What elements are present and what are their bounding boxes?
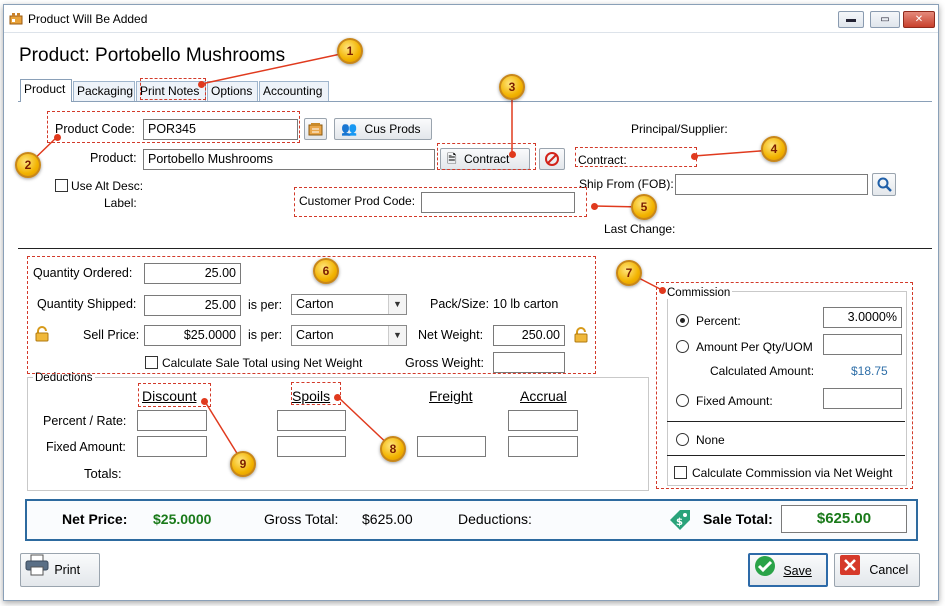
users-icon: 👥 [341, 121, 358, 136]
discount-rate-field[interactable] [137, 410, 207, 431]
search-icon [877, 177, 892, 195]
spoils-rate-field[interactable] [277, 410, 346, 431]
ship-from-search-button[interactable] [872, 173, 896, 196]
callout-dot [198, 81, 205, 88]
annotation-box-print-notes [140, 78, 206, 100]
section-divider [18, 248, 932, 249]
annotation-box-commission [656, 282, 913, 489]
annotation-box-customer-prod-code [294, 187, 587, 217]
deductions-total-label: Deductions: [458, 511, 532, 527]
callout-4: 4 [761, 136, 787, 162]
gross-total-value: $625.00 [362, 511, 413, 527]
annotation-box-discount [138, 383, 211, 407]
app-icon [9, 12, 23, 25]
spoils-amount-field[interactable] [277, 436, 346, 457]
close-icon: ✕ [914, 14, 924, 25]
clear-contract-button[interactable] [539, 148, 565, 170]
use-alt-desc-label: Use Alt Desc: [71, 179, 144, 193]
tab-accounting[interactable]: Accounting [259, 81, 329, 101]
cancel-button[interactable]: Cancel [834, 553, 920, 587]
lookup-icon [308, 123, 323, 139]
ship-from-label: Ship From (FOB): [579, 177, 674, 191]
callout-8: 8 [380, 436, 406, 462]
discount-amount-field[interactable] [137, 436, 207, 457]
freight-amount-field[interactable] [417, 436, 486, 457]
annotation-box-quantity [27, 256, 596, 374]
page-title: Product: Portobello Mushrooms [19, 45, 286, 66]
annotation-box-spoils [291, 382, 341, 405]
callout-dot [509, 151, 516, 158]
fixed-amount-label: Fixed Amount: [46, 440, 126, 454]
printer-icon [25, 554, 49, 588]
close-button[interactable]: ✕ [903, 11, 935, 28]
tab-panel-border [18, 101, 932, 102]
callout-dot [659, 287, 666, 294]
callout-dot [691, 153, 698, 160]
sale-total-value: $625.00 [781, 505, 907, 533]
callout-dot [201, 398, 208, 405]
print-button[interactable]: Print [20, 553, 100, 587]
callout-7: 7 [616, 260, 642, 286]
use-alt-desc-checkbox[interactable] [55, 179, 68, 192]
callout-1: 1 [337, 38, 363, 64]
title-bar: Product Will Be Added ▬ ▭ ✕ [4, 5, 938, 33]
annotation-box-contract [437, 143, 536, 170]
callout-9: 9 [230, 451, 256, 477]
svg-text:$: $ [676, 517, 683, 528]
save-button[interactable]: Save [748, 553, 828, 587]
label-label: Label: [104, 196, 137, 210]
ship-from-field[interactable] [675, 174, 868, 195]
minimize-icon: ▬ [846, 14, 856, 25]
tab-product[interactable]: Product [20, 79, 72, 102]
product-name-field[interactable]: Portobello Mushrooms [143, 149, 435, 170]
net-price-label: Net Price: [62, 511, 128, 527]
callout-3: 3 [499, 74, 525, 100]
tab-packaging[interactable]: Packaging [73, 81, 135, 101]
sale-total-label: Sale Total: [703, 511, 773, 527]
window-title: Product Will Be Added [28, 12, 148, 26]
product-label: Product: [90, 151, 137, 165]
price-tag-icon: $ [668, 508, 692, 535]
annotation-box-contract-label [575, 147, 697, 167]
accrual-amount-field[interactable] [508, 436, 578, 457]
totals-label: Totals: [84, 466, 122, 481]
product-lookup-button[interactable] [304, 118, 327, 140]
callout-2: 2 [15, 152, 41, 178]
net-price-value: $25.0000 [153, 511, 212, 527]
callout-dot [591, 203, 598, 210]
freight-column-header: Freight [429, 388, 473, 404]
accrual-column-header: Accrual [520, 388, 567, 404]
cus-prods-button[interactable]: 👥 Cus Prods [334, 118, 432, 140]
minimize-button[interactable]: ▬ [838, 11, 864, 28]
gross-total-label: Gross Total: [264, 511, 339, 527]
callout-5: 5 [631, 194, 657, 220]
principal-supplier-label: Principal/Supplier: [631, 122, 728, 136]
annotation-box-product-code [47, 111, 300, 143]
callout-dot [54, 134, 61, 141]
print-button-label: Print [54, 563, 81, 578]
callout-6: 6 [313, 258, 339, 284]
check-circle-icon [754, 555, 776, 588]
cancel-button-label: Cancel [869, 563, 909, 577]
accrual-rate-field[interactable] [508, 410, 578, 431]
callout-dot [334, 394, 341, 401]
tab-options[interactable]: Options [207, 81, 258, 101]
save-button-label: Save [783, 563, 812, 578]
no-entry-icon [545, 152, 559, 169]
last-change-label: Last Change: [604, 222, 676, 236]
maximize-icon: ▭ [880, 14, 890, 25]
cus-prods-label: Cus Prods [364, 122, 421, 136]
maximize-button[interactable]: ▭ [870, 11, 900, 28]
cancel-x-icon [840, 554, 860, 587]
percent-rate-label: Percent / Rate: [43, 414, 127, 428]
